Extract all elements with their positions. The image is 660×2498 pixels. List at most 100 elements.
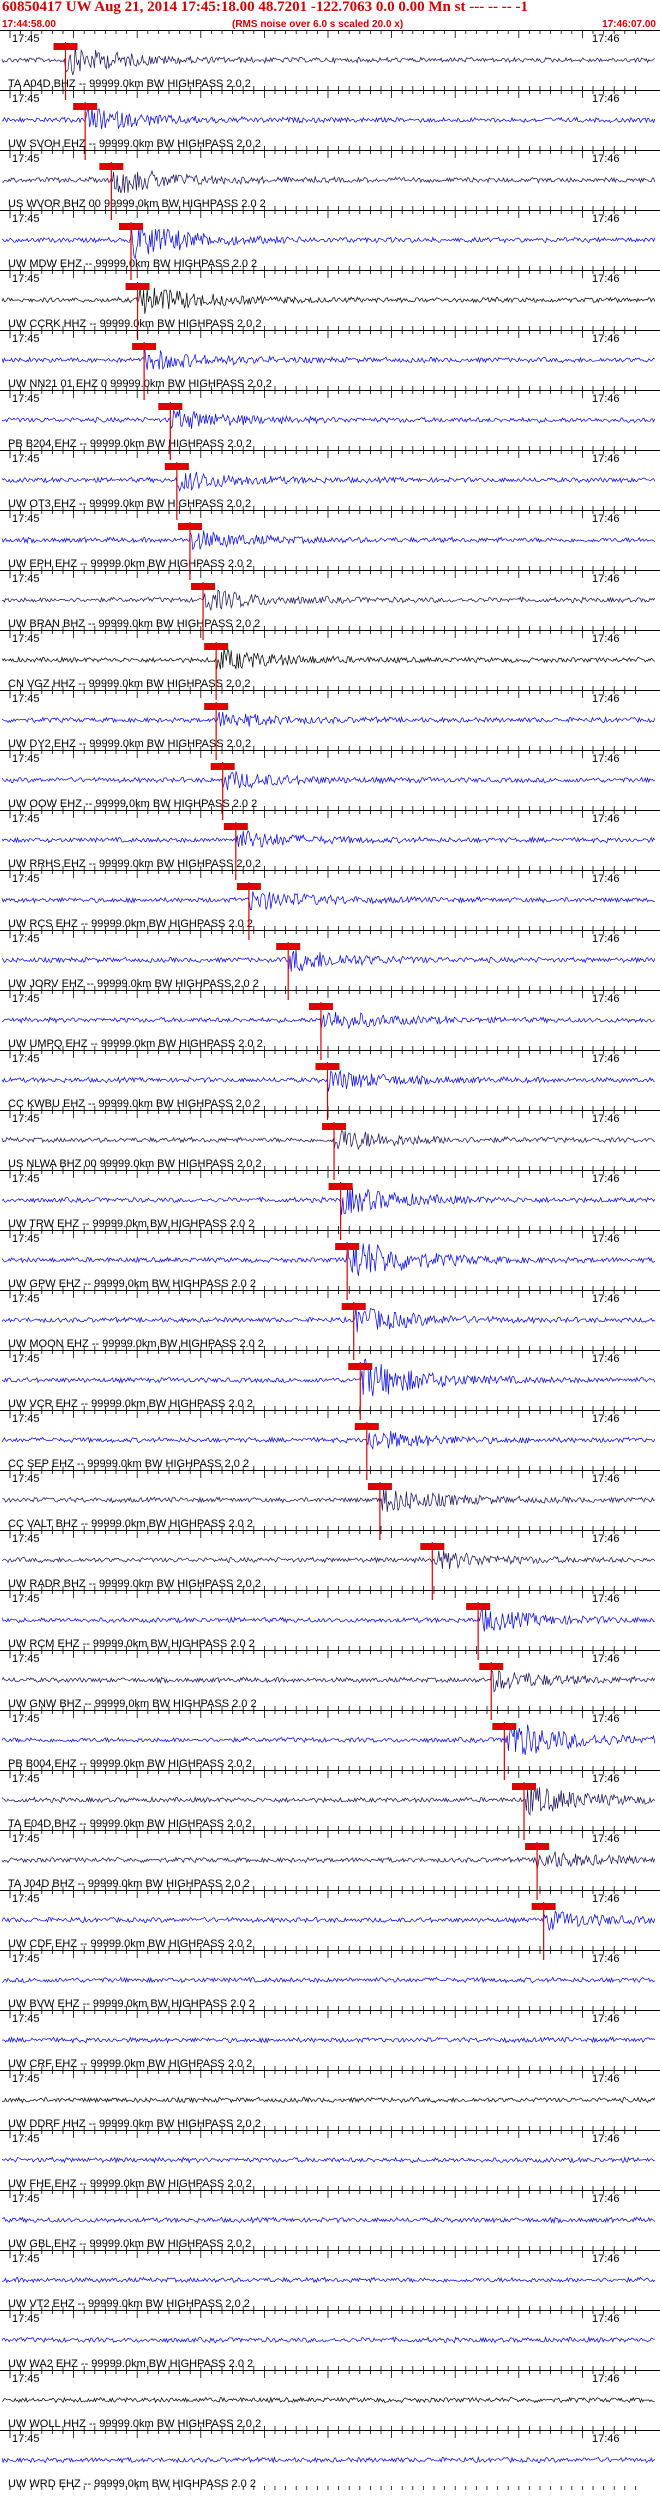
station-label: UW CDF EHZ -- 99999.0km BW HIGHPASS 2.0 … <box>8 1938 252 1950</box>
time-label-right: 17:46 <box>592 1893 620 1905</box>
pick-flag <box>99 163 124 170</box>
pick-flag <box>328 1183 353 1190</box>
pick-flag <box>204 703 229 710</box>
station-panel: 17:45 17:46 UW RRHS EHZ -- 99999.0km BW HI… <box>0 810 660 880</box>
station-label: UW RADR BHZ -- 99999.0km BW HIGHPASS 2.0… <box>8 1578 261 1590</box>
waveform <box>1 287 656 314</box>
time-label-left: 17:45 <box>12 1353 40 1365</box>
time-label-right: 17:46 <box>592 1533 620 1545</box>
station-panel: 17:45 17:46 UW VT2 EHZ -- 99999.0km BW HIG… <box>0 2250 660 2310</box>
time-label-right: 17:46 <box>592 933 620 945</box>
time-label-left: 17:45 <box>12 1293 40 1305</box>
time-label-left: 17:45 <box>12 2193 40 2205</box>
waveform <box>1 530 656 551</box>
station-panel: 17:45 17:46 UW BRAN BHZ -- 99999.0km BW HI… <box>0 570 660 640</box>
time-label-right: 17:46 <box>592 1353 620 1365</box>
station-panel: 17:45 17:46 UW OT3 EHZ -- 99999.0km BW HIG… <box>0 450 660 520</box>
event-title: 60850417 UW Aug 21, 2014 17:45:18.00 48.… <box>2 0 528 15</box>
station-label: UW WA2 EHZ -- 99999.0km BW HIGHPASS 2.0 … <box>8 2358 253 2370</box>
pick-flag <box>236 883 261 890</box>
time-label-right: 17:46 <box>592 813 620 825</box>
waveform <box>1 224 656 260</box>
time-label-right: 17:46 <box>592 453 620 465</box>
waveform <box>1 589 656 611</box>
waveform <box>1 408 656 430</box>
station-label: UW GNW BHZ -- 99999.0km BW HIGHPASS 2.0 … <box>8 1698 257 1710</box>
station-panel: 17:45 17:46 UW MDW EHZ -- 99999.0km BW HIG… <box>0 210 660 280</box>
station-label: UW VCR EHZ -- 99999.0km BW HIGHPASS 2.0 … <box>8 1398 253 1410</box>
station-panel: 17:45 17:46 UW EPH EHZ -- 99999.0km BW HIG… <box>0 510 660 580</box>
time-label-left: 17:45 <box>12 1053 40 1065</box>
station-panel: 17:45 17:46 US NLWA BHZ 00 99999.0km BW HI… <box>0 1110 660 1180</box>
station-panel: 17:45 17:46 UW VCR EHZ -- 99999.0km BW HIG… <box>0 1350 660 1420</box>
station-label: TA J04D BHZ -- 99999.0km BW HIGHPASS 2.0… <box>8 1878 250 1890</box>
time-label-right: 17:46 <box>592 2133 620 2145</box>
time-label-left: 17:45 <box>12 1953 40 1965</box>
pick-flag <box>204 643 229 650</box>
pick-flag <box>223 823 248 830</box>
station-panel: 17:45 17:46 UW CRF EHZ -- 99999.0km BW HIG… <box>0 2010 660 2070</box>
waveform <box>1 471 656 492</box>
time-label-right: 17:46 <box>592 1473 620 1485</box>
waveform <box>1 1011 656 1030</box>
station-panel: 17:45 17:46 UW GPW EHZ -- 99999.0km BW HIG… <box>0 1230 660 1300</box>
waveform <box>1 1669 656 1693</box>
time-label-left: 17:45 <box>12 1473 40 1485</box>
station-panel: 17:45 17:46 UW OOW EHZ -- 99999.0km BW HIG… <box>0 750 660 820</box>
station-panel: 17:45 17:46 TA A04D BHZ -- 99999.0km BW HI… <box>0 30 660 100</box>
time-label-right: 17:46 <box>592 633 620 645</box>
waveform <box>1 1851 656 1870</box>
station-panel: 17:45 17:46 UW MOON EHZ -- 99999.0km BW HI… <box>0 1290 660 1360</box>
time-label-right: 17:46 <box>592 873 620 885</box>
station-panel: 17:45 17:46 UW DDRF HHZ -- 99999.0km BW HI… <box>0 2070 660 2130</box>
station-label: UW FHE EHZ -- 99999.0km BW HIGHPASS 2.0 … <box>8 2178 252 2190</box>
time-label-left: 17:45 <box>12 1233 40 1245</box>
station-panel: 17:45 17:46 UW RADR BHZ -- 99999.0km BW HI… <box>0 1530 660 1600</box>
waveform <box>1 1976 656 1984</box>
station-panel: 17:45 17:46 UW TRW EHZ -- 99999.0km BW HIG… <box>0 1170 660 1240</box>
time-label-right: 17:46 <box>592 513 620 525</box>
time-label-left: 17:45 <box>12 753 40 765</box>
pick-flag <box>210 763 235 770</box>
time-label-right: 17:46 <box>592 753 620 765</box>
time-label-right: 17:46 <box>592 1113 620 1125</box>
time-label-left: 17:45 <box>12 513 40 525</box>
waveform <box>1 2336 655 2344</box>
station-panel: 17:45 17:46 UW CCRK HHZ -- 99999.0km BW HI… <box>0 270 660 340</box>
waveform <box>1 1488 655 1513</box>
time-label-right: 17:46 <box>592 1653 620 1665</box>
pick-flag <box>512 1783 536 1790</box>
pick-flag <box>479 1663 504 1670</box>
station-label: UW CRF EHZ -- 99999.0km BW HIGHPASS 2.0 … <box>8 2058 252 2070</box>
waveform <box>1 1550 656 1570</box>
time-label-right: 17:46 <box>592 1713 620 1725</box>
station-label: TA E04D BHZ -- 99999.0km BW HIGHPASS 2.0… <box>8 1818 252 1830</box>
time-label-left: 17:45 <box>12 1653 40 1665</box>
station-label: TA A04D BHZ -- 99999.0km BW HIGHPASS 2.0… <box>8 78 251 90</box>
time-label-left: 17:45 <box>12 2073 40 2085</box>
station-panel: 17:45 17:46 CN VGZ HHZ -- 99999.0km BW HIG… <box>0 630 660 700</box>
station-label: UW GBL EHZ -- 99999.0km BW HIGHPASS 2.0 … <box>8 2238 251 2250</box>
waveform <box>1 1910 656 1932</box>
station-label: US NLWA BHZ 00 99999.0km BW HIGHPASS 2.0… <box>8 1158 262 1170</box>
station-panel: 17:45 17:46 UW WA2 EHZ -- 99999.0km BW HIG… <box>0 2310 660 2370</box>
pick-flag <box>322 1123 347 1130</box>
time-label-left: 17:45 <box>12 453 40 465</box>
time-label-left: 17:45 <box>12 33 40 45</box>
pick-flag <box>335 1243 360 1250</box>
pick-flag <box>177 523 202 530</box>
station-label: UW RCS EHZ -- 99999.0km BW HIGHPASS 2.0 … <box>8 918 253 930</box>
station-label: US WVOR BHZ 00 99999.0km BW HIGHPASS 2.0… <box>8 198 266 210</box>
pick-flag <box>492 1723 517 1730</box>
time-label-left: 17:45 <box>12 1413 40 1425</box>
station-label: UW OOW EHZ -- 99999.0km BW HIGHPASS 2.0 … <box>8 798 257 810</box>
time-label-left: 17:45 <box>12 2253 40 2265</box>
pick-flag <box>348 1363 373 1370</box>
waveform <box>1 1243 656 1276</box>
station-label: UW BRAN BHZ -- 99999.0km BW HIGHPASS 2.0… <box>8 618 260 630</box>
pick-flag <box>308 1003 333 1010</box>
station-panel: 17:45 17:46 PB B204 EHZ -- 99999.0km BW HI… <box>0 390 660 460</box>
pick-flag <box>132 343 157 350</box>
time-label-left: 17:45 <box>12 1773 40 1785</box>
station-label: CN VGZ HHZ -- 99999.0km BW HIGHPASS 2.0 … <box>8 678 250 690</box>
